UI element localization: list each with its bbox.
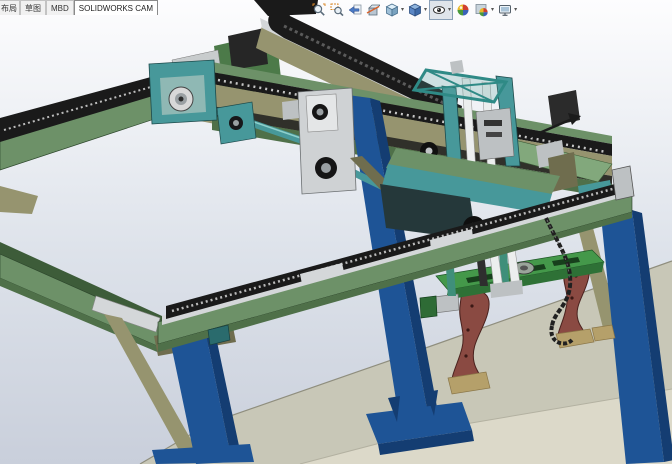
- solidworks-window: 布局 草图 MBD SOLIDWORKS CAM ▾ ▾ ▾ ▾ ▾: [0, 0, 672, 464]
- back-arrow-icon: [348, 4, 362, 14]
- tab-sketch[interactable]: 草图: [20, 0, 46, 15]
- appearance-ball-icon: [457, 4, 469, 15]
- monitor-icon: [499, 4, 512, 16]
- gearbox-stub-shaft: [282, 100, 299, 120]
- previous-view-button[interactable]: [346, 1, 364, 19]
- rail-end-stop: [611, 165, 635, 201]
- tab-layout[interactable]: 布局: [0, 0, 20, 15]
- tab-mbd[interactable]: MBD: [46, 0, 74, 15]
- zoom-to-fit-button[interactable]: [310, 1, 328, 19]
- rail-end-gearbox[interactable]: [148, 59, 218, 125]
- view-orientation-dropdown[interactable]: ▾: [401, 7, 404, 13]
- apply-scene-dropdown[interactable]: ▾: [491, 7, 494, 13]
- hide-show-items-dropdown[interactable]: ▾: [448, 7, 451, 13]
- apply-scene-button[interactable]: [473, 1, 491, 19]
- edit-appearance-button[interactable]: [454, 1, 472, 19]
- cube-icon: [385, 3, 399, 17]
- display-style-dropdown[interactable]: ▾: [424, 7, 427, 13]
- tab-solidworks-cam[interactable]: SOLIDWORKS CAM: [73, 0, 159, 15]
- shaded-cube-icon: [408, 3, 422, 17]
- display-style-button[interactable]: [406, 1, 424, 19]
- zoom-to-area-button[interactable]: [328, 1, 346, 19]
- view-orientation-button[interactable]: [383, 1, 401, 19]
- heads-up-toolbar: ▾ ▾ ▾ ▾ ▾: [310, 0, 519, 20]
- eye-icon: [433, 5, 446, 14]
- section-cube-icon: [366, 4, 380, 15]
- hide-show-items-button[interactable]: ▾: [429, 0, 454, 20]
- graphics-viewport[interactable]: [0, 0, 672, 464]
- view-settings-dropdown[interactable]: ▾: [514, 7, 517, 13]
- magnifier-area-icon: [330, 3, 344, 16]
- scene-ball-icon: [475, 3, 488, 16]
- tower-top-fitting: [450, 60, 464, 74]
- magnifier-icon: [312, 3, 326, 16]
- commandmanager-tabbar: 布局 草图 MBD SOLIDWORKS CAM: [0, 0, 159, 15]
- section-view-button[interactable]: [364, 1, 382, 19]
- view-settings-button[interactable]: [496, 1, 514, 19]
